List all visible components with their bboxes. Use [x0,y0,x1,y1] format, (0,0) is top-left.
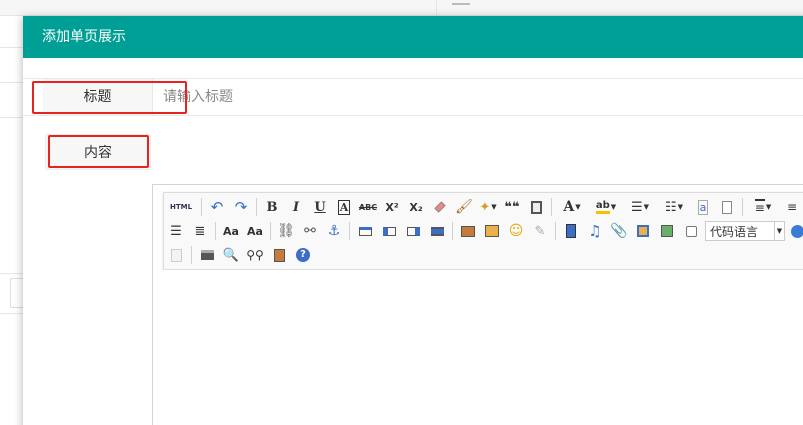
content-label: 内容 [45,134,151,170]
italic-button[interactable]: I [285,196,307,218]
google-map-icon[interactable] [786,220,803,242]
ordered-list-icon[interactable]: ☰ ▼ [624,196,656,218]
unordered-list-icon[interactable]: ☷ ▼ [658,196,690,218]
background-row-line [0,47,24,48]
editor-content-area[interactable] [163,270,803,425]
title-label: 标题 [43,79,153,115]
search-replace-icon[interactable]: ⚲⚲ [244,244,266,266]
attachment-icon[interactable]: 📎 [608,220,630,242]
background-color-button[interactable]: ab ▼ [590,196,622,218]
clear-doc-icon[interactable] [716,196,738,218]
image-center-icon[interactable] [426,220,448,242]
background-column-divider [436,0,437,16]
image-right-icon[interactable] [402,220,424,242]
anchor-icon[interactable]: ⚓ [323,220,345,242]
format-brush-icon[interactable]: 🖌 [453,196,475,218]
insert-code-icon[interactable] [680,220,702,242]
auto-format-icon[interactable]: ✦ ▼ [477,196,499,218]
undo-icon[interactable]: ↶ [206,196,228,218]
unlink-icon[interactable]: ⚯ [299,220,321,242]
simple-upload-icon[interactable] [457,220,479,242]
page-break-icon[interactable] [165,244,187,266]
html-source-button[interactable]: HTML [165,196,197,218]
background-row-line [0,117,24,118]
title-row: 标题 [23,78,803,116]
music-icon[interactable]: ♫ [584,220,606,242]
bold-button[interactable]: B [261,196,283,218]
underline-button[interactable]: U [309,196,331,218]
code-language-select[interactable]: 代码语言 ▼ [705,221,785,241]
editor-toolbar: HTML ↶ ↷ B I U A ABC X² X₂ 🖌 ✦ ▼ ❝❝ A ▼ ab… [163,192,803,270]
background-row-line [0,273,24,274]
font-border-button[interactable]: A [333,196,355,218]
scrawl-icon[interactable]: ✎ [529,220,551,242]
insert-image-icon[interactable] [481,220,503,242]
select-all-icon[interactable]: a [692,196,714,218]
redo-icon[interactable]: ↷ [230,196,252,218]
background-top-bar [0,0,803,16]
image-none-icon[interactable] [354,220,376,242]
justify-icon[interactable]: ≣ [189,220,211,242]
font-size-icon[interactable]: Aa [244,220,266,242]
add-page-modal: 添加单页展示 标题 内容 HTML ↶ ↷ B I U A ABC X² X₂ … [23,16,803,425]
link-icon[interactable]: ⛓ [275,220,297,242]
preview-icon[interactable]: 🔍 [220,244,242,266]
strikethrough-button[interactable]: ABC [357,196,379,218]
indent-icon[interactable]: ☰ [165,220,187,242]
rich-text-editor: HTML ↶ ↷ B I U A ABC X² X₂ 🖌 ✦ ▼ ❝❝ A ▼ ab… [152,184,803,425]
blockquote-button[interactable]: ❝❝ [501,196,523,218]
toolbar-row-3: 🔍 ⚲⚲ ? [164,243,315,267]
subscript-button[interactable]: X₂ [405,196,427,218]
font-color-button[interactable]: A ▼ [556,196,588,218]
background-header-mark [452,3,470,13]
toolbar-row-1: HTML ↶ ↷ B I U A ABC X² X₂ 🖌 ✦ ▼ ❝❝ A ▼ ab… [164,195,803,219]
eraser-icon[interactable] [429,196,451,218]
insert-frame-icon[interactable] [632,220,654,242]
help-icon[interactable]: ? [292,244,314,266]
row-spacing-top-icon[interactable]: ≡ ▼ [747,196,779,218]
paste-text-icon[interactable] [525,196,547,218]
print-icon[interactable] [196,244,218,266]
toolbar-row-2: ☰ ≣ Aa Aa ⛓ ⚯ ⚓ ☺ ✎ ♫ 📎 代码语言 ▼ [164,219,803,243]
background-row-line [0,313,24,314]
image-left-icon[interactable] [378,220,400,242]
superscript-button[interactable]: X² [381,196,403,218]
background-row-line [0,82,24,83]
template-icon[interactable] [656,220,678,242]
background-input [10,278,24,308]
emotion-icon[interactable]: ☺ [505,220,527,242]
font-family-icon[interactable]: Aa [220,220,242,242]
insert-video-icon[interactable] [560,220,582,242]
paste-word-icon[interactable] [268,244,290,266]
row-spacing-bottom-icon[interactable]: ≡ [781,196,803,218]
title-input[interactable] [154,79,803,115]
modal-title: 添加单页展示 [23,16,803,58]
